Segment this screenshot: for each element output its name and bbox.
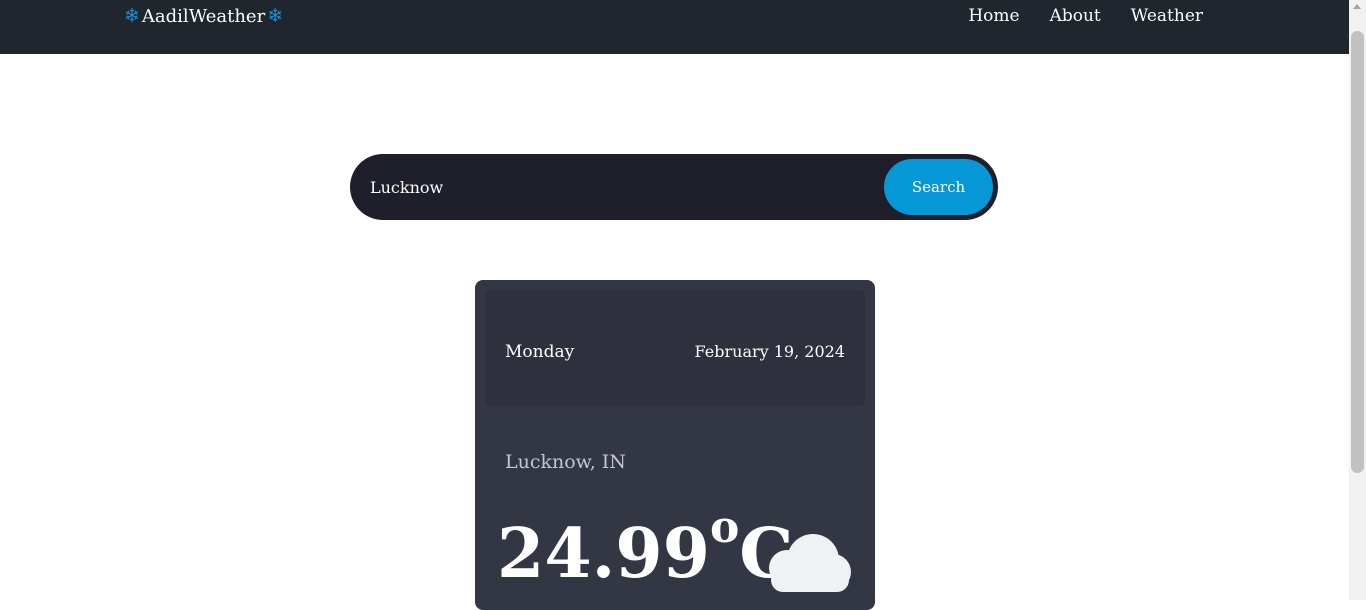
day-label: Monday: [505, 342, 575, 362]
search-button[interactable]: Search: [884, 159, 993, 215]
nav-link-weather[interactable]: Weather: [1131, 6, 1203, 26]
search-bar: Search: [350, 154, 998, 220]
degree-symbol: o: [709, 502, 740, 553]
nav-link-home[interactable]: Home: [968, 6, 1019, 26]
weather-card-header: Monday February 19, 2024: [485, 290, 865, 406]
date-label: February 19, 2024: [694, 342, 845, 361]
location-label: Lucknow, IN: [505, 451, 626, 473]
search-input[interactable]: [370, 167, 870, 207]
nav-links: Home About Weather: [968, 4, 1203, 28]
snowflake-icon: ❄: [267, 4, 284, 27]
weather-card: Monday February 19, 2024 Lucknow, IN 24.…: [475, 280, 875, 610]
nav-link-about[interactable]: About: [1050, 6, 1101, 26]
temperature-value: 24.99: [497, 514, 710, 594]
scroll-up-arrow-icon[interactable]: [1353, 4, 1361, 9]
scroll-thumb[interactable]: [1351, 31, 1364, 473]
snowflake-icon: ❄: [124, 4, 140, 27]
temperature-readout: 24.99oC: [497, 506, 793, 589]
page-scrollbar[interactable]: [1349, 0, 1366, 600]
brand-logo[interactable]: ❄ AadilWeather ❄: [124, 4, 283, 28]
cloud-icon: [769, 534, 851, 592]
brand-name: AadilWeather: [141, 5, 266, 27]
navbar: ❄ AadilWeather ❄ Home About Weather: [0, 0, 1349, 54]
